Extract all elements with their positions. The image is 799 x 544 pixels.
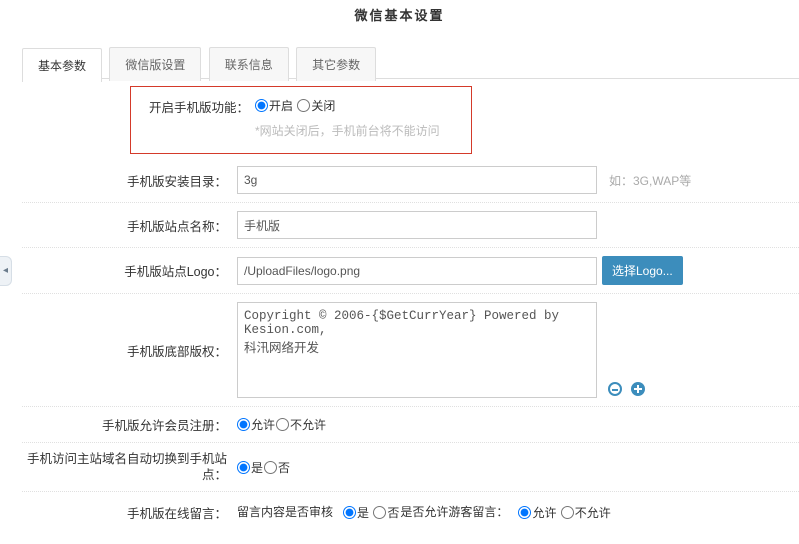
auto-switch-no-radio[interactable] bbox=[264, 461, 277, 474]
mobile-enable-off-radio[interactable] bbox=[297, 99, 310, 112]
mobile-enable-group: 开启手机版功能： 开启 关闭 *网站关闭后，手机前台将不能访问 bbox=[130, 86, 472, 154]
site-name-input[interactable] bbox=[237, 211, 597, 239]
allow-reg-yes-radio[interactable] bbox=[237, 418, 250, 431]
footer-textarea[interactable] bbox=[237, 302, 597, 398]
tab-other[interactable]: 其它参数 bbox=[296, 47, 376, 81]
guestbook-guest-no-text: 不允许 bbox=[575, 506, 611, 520]
guestbook-audit-label: 留言内容是否审核 bbox=[237, 503, 333, 520]
tab-wechat[interactable]: 微信版设置 bbox=[109, 47, 201, 81]
guestbook-guest-no-radio[interactable] bbox=[561, 506, 574, 519]
allow-reg-label: 手机版允许会员注册： bbox=[22, 415, 237, 434]
guestbook-label: 手机版在线留言： bbox=[22, 503, 237, 522]
choose-logo-button[interactable]: 选择Logo... bbox=[602, 256, 683, 285]
auto-switch-label: 手机访问主站域名自动切换到手机站点： bbox=[22, 451, 237, 483]
remove-icon[interactable] bbox=[608, 382, 622, 396]
install-dir-hint: 如：3G,WAP等 bbox=[609, 172, 691, 189]
install-dir-label: 手机版安装目录： bbox=[22, 171, 237, 190]
install-dir-input[interactable] bbox=[237, 166, 597, 194]
footer-label: 手机版底部版权： bbox=[22, 341, 237, 360]
allow-reg-yes-text: 允许 bbox=[251, 416, 275, 433]
guestbook-guest-yes-radio[interactable] bbox=[518, 506, 531, 519]
site-name-label: 手机版站点名称： bbox=[22, 216, 237, 235]
allow-reg-no-radio[interactable] bbox=[276, 418, 289, 431]
add-icon[interactable] bbox=[631, 382, 645, 396]
mobile-enable-label: 开启手机版功能： bbox=[131, 97, 255, 139]
guestbook-audit-no-text: 否 bbox=[387, 506, 399, 520]
auto-switch-yes-text: 是 bbox=[251, 459, 263, 476]
auto-switch-no-text: 否 bbox=[278, 459, 290, 476]
guestbook-audit-yes-radio[interactable] bbox=[343, 506, 356, 519]
left-collapse-handle[interactable]: ◂ bbox=[0, 256, 12, 286]
mobile-enable-on-radio[interactable] bbox=[255, 99, 268, 112]
guestbook-audit-yes-text: 是 bbox=[357, 506, 369, 520]
guestbook-guest-label: 是否允许游客留言： bbox=[400, 503, 508, 520]
allow-reg-no-text: 不允许 bbox=[290, 416, 326, 433]
mobile-enable-on-text: 开启 bbox=[269, 99, 293, 113]
page-title: 微信基本设置 bbox=[0, 0, 799, 25]
mobile-enable-off-text: 关闭 bbox=[311, 99, 335, 113]
site-logo-input[interactable] bbox=[237, 257, 597, 285]
mobile-enable-hint: *网站关闭后，手机前台将不能访问 bbox=[255, 122, 471, 139]
form-area: 开启手机版功能： 开启 关闭 *网站关闭后，手机前台将不能访问 手机版安装目录：… bbox=[22, 86, 799, 532]
guestbook-guest-yes-text: 允许 bbox=[532, 506, 556, 520]
tab-basic[interactable]: 基本参数 bbox=[22, 48, 102, 82]
tab-bar: 基本参数 微信版设置 联系信息 其它参数 bbox=[22, 47, 799, 79]
auto-switch-yes-radio[interactable] bbox=[237, 461, 250, 474]
site-logo-label: 手机版站点Logo： bbox=[22, 261, 237, 280]
tab-contact[interactable]: 联系信息 bbox=[209, 47, 289, 81]
guestbook-audit-no-radio[interactable] bbox=[373, 506, 386, 519]
